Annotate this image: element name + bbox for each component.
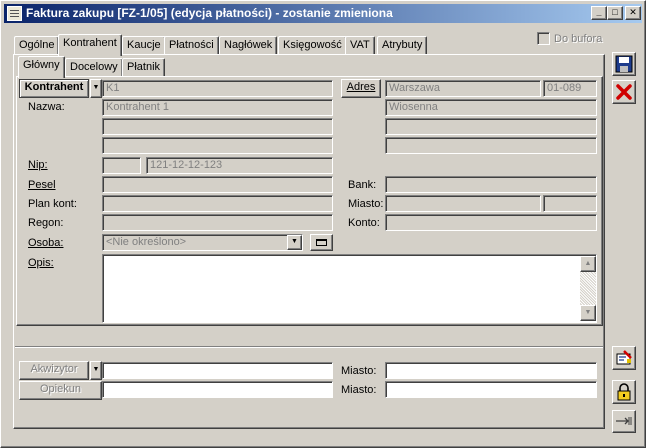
kontrahent-code-field[interactable]: K1 xyxy=(102,80,333,97)
adres-line-3[interactable] xyxy=(385,118,597,135)
bank-miasto-field[interactable] xyxy=(385,195,541,212)
section-divider xyxy=(15,346,603,348)
nip-prefix-field[interactable] xyxy=(102,157,141,174)
maximize-button[interactable]: □ xyxy=(607,6,623,20)
app-icon xyxy=(7,6,22,21)
pesel-field[interactable] xyxy=(102,176,333,193)
adres-line-4[interactable] xyxy=(385,137,597,154)
paperclip-icon xyxy=(616,417,632,425)
scroll-up-icon[interactable]: ▲ xyxy=(580,256,596,272)
nazwa-label: Nazwa: xyxy=(28,101,65,113)
opiekun-field[interactable] xyxy=(102,381,333,398)
nazwa-line-3[interactable] xyxy=(102,137,333,154)
pesel-label: Pesel xyxy=(28,179,56,191)
window-title: Faktura zakupu [FZ-1/05] (edycja płatnoś… xyxy=(26,6,393,20)
nazwa-line-1[interactable]: Kontrahent 1 xyxy=(102,99,333,116)
tab-ksiegowosc[interactable]: Księgowość xyxy=(278,36,347,56)
adres-ulica-field[interactable]: Wiosenna xyxy=(385,99,597,116)
miasto-label-2: Miasto: xyxy=(341,384,377,396)
opiekun-button[interactable]: Opiekun xyxy=(19,381,102,400)
chevron-down-icon[interactable]: ▼ xyxy=(287,235,302,250)
nazwa-line-2[interactable] xyxy=(102,118,333,135)
tab-kontrahent[interactable]: Kontrahent xyxy=(58,34,122,56)
kontrahent-dropdown-icon[interactable]: ▼ xyxy=(90,79,102,98)
minimize-button[interactable]: _ xyxy=(591,6,607,20)
nip-field[interactable]: 121-12-12-123 xyxy=(146,157,333,174)
card-edit-icon xyxy=(616,350,632,365)
do-bufora-label: Do bufora xyxy=(554,33,603,45)
bank-field[interactable] xyxy=(385,176,597,193)
osoba-select[interactable]: <Nie określono> xyxy=(102,234,303,251)
miasto-field-1[interactable] xyxy=(385,362,597,379)
akwizytor-dropdown-icon[interactable]: ▼ xyxy=(90,361,102,380)
osoba-list-button[interactable] xyxy=(310,234,333,251)
tab-kaucje[interactable]: Kaucje xyxy=(122,36,166,56)
subtab-docelowy[interactable]: Docelowy xyxy=(65,58,123,78)
card-button[interactable] xyxy=(612,346,636,370)
miasto-label-1: Miasto: xyxy=(341,365,377,377)
miasto-field-2[interactable] xyxy=(385,381,597,398)
adres-kod-field[interactable]: 01-089 xyxy=(543,80,597,97)
opis-label: Opis: xyxy=(28,257,54,269)
tab-naglowek[interactable]: Nagłówek xyxy=(219,36,278,56)
floppy-disk-icon xyxy=(615,55,633,73)
konto-field[interactable] xyxy=(385,214,597,231)
do-bufora-checkbox[interactable] xyxy=(537,32,550,45)
cancel-button[interactable] xyxy=(612,80,636,104)
akwizytor-button[interactable]: Akwizytor xyxy=(19,361,89,380)
subtab-glowny[interactable]: Główny xyxy=(18,56,65,78)
title-bar[interactable]: Faktura zakupu [FZ-1/05] (edycja płatnoś… xyxy=(4,4,642,23)
bank-miasto-extra-field[interactable] xyxy=(543,195,597,212)
plan-kont-label: Plan kont: xyxy=(28,198,77,210)
regon-label: Regon: xyxy=(28,217,64,229)
adres-miasto-field[interactable]: Warszawa xyxy=(385,80,541,97)
tab-atrybuty[interactable]: Atrybuty xyxy=(377,36,428,56)
window: Faktura zakupu [FZ-1/05] (edycja płatnoś… xyxy=(0,0,646,448)
bank-label: Bank: xyxy=(348,179,377,191)
save-button[interactable] xyxy=(612,52,636,76)
konto-label: Konto: xyxy=(348,217,380,229)
lock-button[interactable] xyxy=(612,380,636,404)
nip-label: Nip: xyxy=(28,159,48,171)
regon-field[interactable] xyxy=(102,214,333,231)
akwizytor-field[interactable] xyxy=(102,362,333,379)
kontrahent-button[interactable]: Kontrahent xyxy=(19,79,89,98)
tab-platnosci[interactable]: Płatności xyxy=(164,36,219,56)
adres-button[interactable]: Adres xyxy=(341,79,381,98)
opis-textarea[interactable] xyxy=(102,254,597,323)
bank-miasto-label: Miasto: xyxy=(348,198,384,210)
plan-kont-field[interactable] xyxy=(102,195,333,212)
close-button[interactable]: ✕ xyxy=(625,6,641,20)
osoba-label: Osoba: xyxy=(28,237,64,249)
red-x-icon xyxy=(616,84,632,100)
tab-vat[interactable]: VAT xyxy=(345,36,375,56)
attach-button[interactable] xyxy=(612,410,636,433)
subtab-platnik[interactable]: Płatnik xyxy=(122,58,166,78)
padlock-icon xyxy=(617,383,631,401)
scroll-down-icon[interactable]: ▼ xyxy=(580,305,596,321)
tab-ogolne[interactable]: Ogólne xyxy=(14,36,60,56)
list-icon xyxy=(316,239,327,246)
